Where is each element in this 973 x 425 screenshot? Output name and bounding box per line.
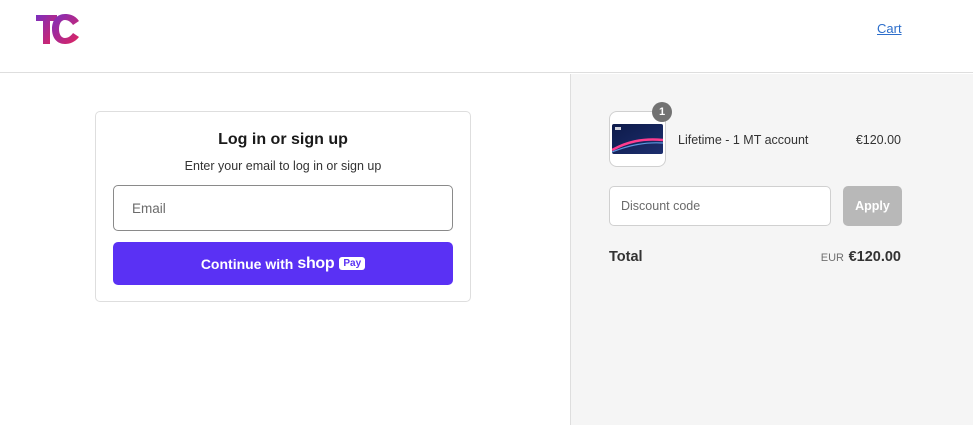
main-content: Log in or sign up Enter your email to lo… xyxy=(0,74,570,425)
email-field[interactable] xyxy=(113,185,453,231)
pay-badge: Pay xyxy=(339,257,366,270)
order-summary: 1 Lifetime - 1 MT account €120.00 Apply … xyxy=(570,74,973,425)
total-amount: €120.00 xyxy=(848,249,901,265)
quantity-badge: 1 xyxy=(652,102,672,122)
discount-code-field[interactable] xyxy=(609,186,831,226)
continue-with-shop-pay-button[interactable]: Continue with shop Pay xyxy=(113,242,453,285)
tc-logo-icon[interactable] xyxy=(35,12,81,46)
product-thumbnail: 1 xyxy=(609,102,672,167)
apply-discount-button[interactable]: Apply xyxy=(843,186,902,226)
shop-logo-text: shop xyxy=(297,254,335,272)
login-title: Log in or sign up xyxy=(218,131,348,148)
total-currency: EUR xyxy=(820,252,844,264)
continue-label: Continue with xyxy=(200,255,294,272)
page-header: Cart xyxy=(0,0,973,73)
login-card: Log in or sign up Enter your email to lo… xyxy=(95,111,471,302)
login-subtitle: Enter your email to log in or sign up xyxy=(184,159,382,173)
total-label: Total xyxy=(609,249,643,265)
product-price: €120.00 xyxy=(855,133,901,147)
product-name: Lifetime - 1 MT account xyxy=(678,133,809,147)
product-image xyxy=(612,124,663,154)
cart-link[interactable]: Cart xyxy=(877,21,902,36)
